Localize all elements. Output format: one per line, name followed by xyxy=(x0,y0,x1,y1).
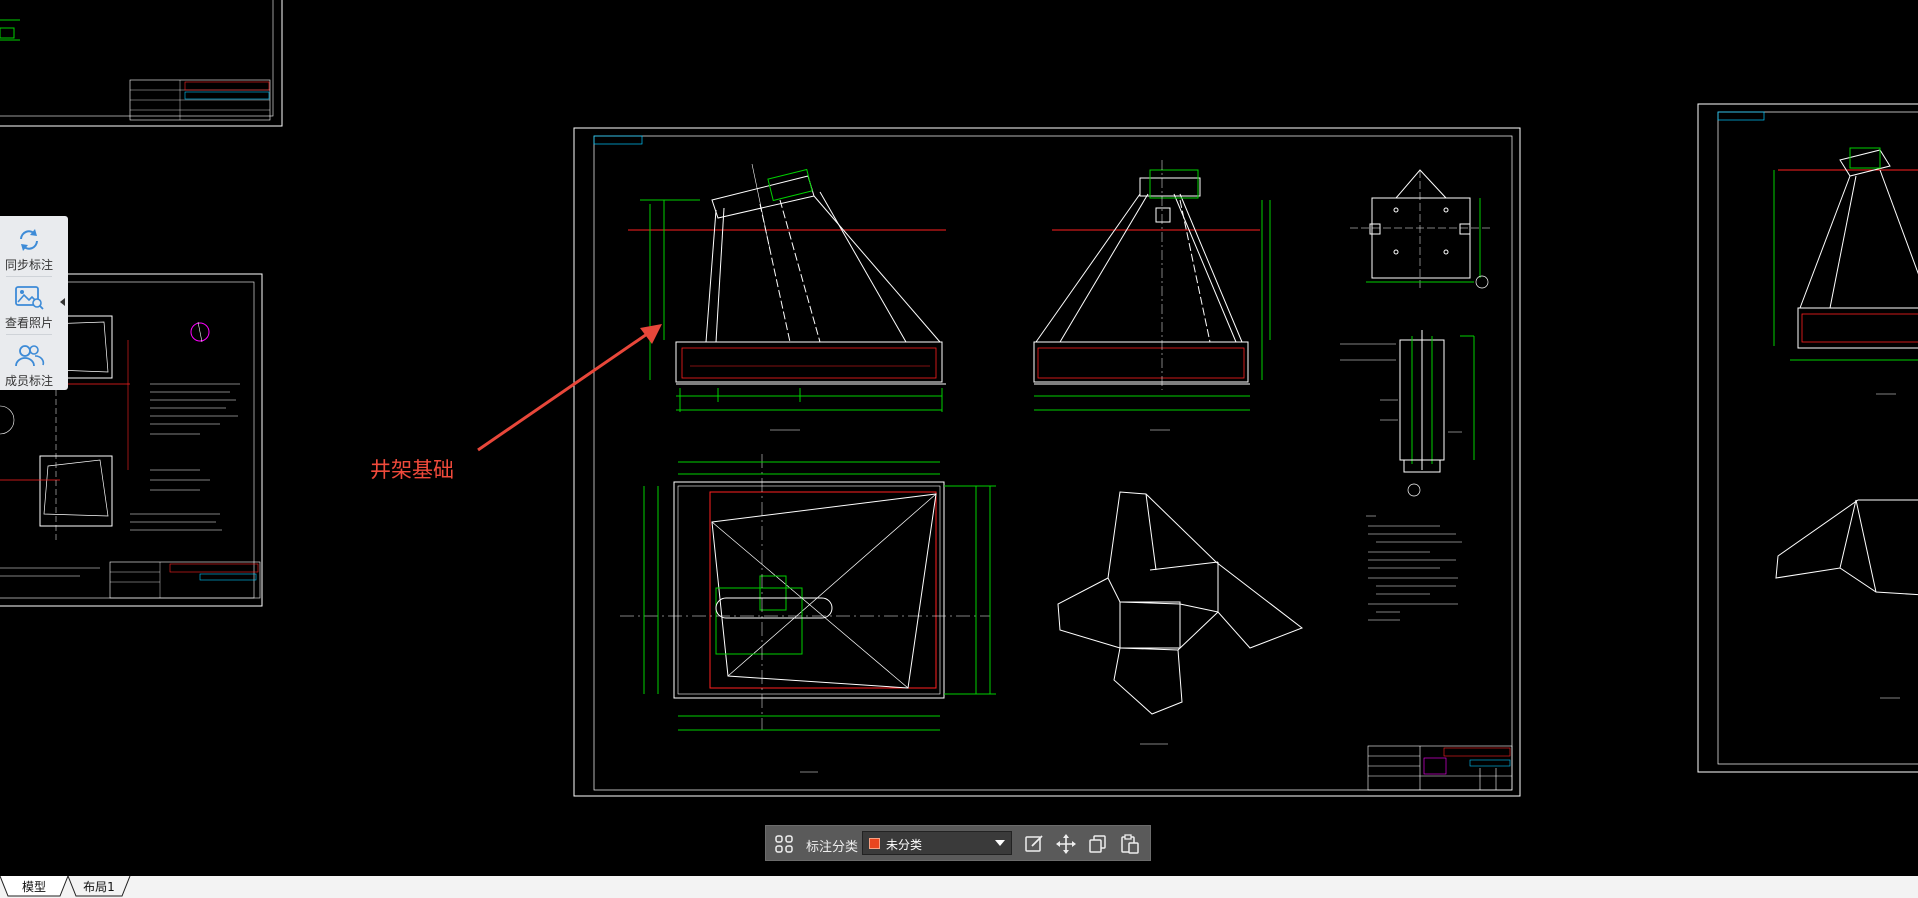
annotation-arrow[interactable] xyxy=(477,324,662,452)
layout-tab-bar: 模型 布局1 xyxy=(0,876,1918,898)
category-color-swatch xyxy=(869,838,880,849)
edit-button[interactable] xyxy=(1022,832,1046,856)
title-block-main xyxy=(1367,745,1513,791)
collapse-left-icon xyxy=(58,298,68,318)
view-photos-label: 查看照片 xyxy=(4,316,53,330)
sheet-main xyxy=(573,127,1521,797)
members-icon xyxy=(0,342,58,370)
sheet-right xyxy=(1697,103,1918,773)
annotation-side-panel: 同步标注 查看照片 成员标注 xyxy=(0,216,68,390)
copy-icon xyxy=(1086,835,1110,860)
anchor-section xyxy=(1340,330,1475,497)
member-annotation-button[interactable]: 成员标注 xyxy=(0,336,58,392)
grid-button[interactable] xyxy=(772,832,796,856)
plate-detail xyxy=(1350,169,1490,290)
annotation-toolbar: 标注分类 未分类 xyxy=(765,825,1151,861)
elevation-view-2 xyxy=(1033,160,1271,431)
photo-icon xyxy=(0,284,58,312)
grid-icon xyxy=(772,835,796,860)
notes-text xyxy=(1366,515,1462,621)
paste-icon xyxy=(1118,834,1142,860)
cad-drawing-canvas[interactable] xyxy=(0,0,1918,876)
copy-button[interactable] xyxy=(1086,832,1110,856)
paste-button[interactable] xyxy=(1118,832,1142,856)
tab-layout1[interactable]: 布局1 xyxy=(68,878,130,896)
category-select[interactable]: 未分类 xyxy=(862,831,1012,855)
elevation-view-1 xyxy=(628,163,946,431)
edit-icon xyxy=(1022,835,1046,860)
collapse-panel-button[interactable] xyxy=(58,290,68,314)
category-select-value: 未分类 xyxy=(886,838,923,852)
view-photos-button[interactable]: 查看照片 xyxy=(0,278,58,334)
tab-model[interactable]: 模型 xyxy=(0,878,68,896)
move-button[interactable] xyxy=(1054,832,1078,856)
sync-annotation-button[interactable]: 同步标注 xyxy=(0,220,58,276)
divider xyxy=(6,334,52,335)
sync-icon xyxy=(0,226,58,254)
divider xyxy=(6,276,52,277)
sync-annotation-label: 同步标注 xyxy=(4,258,53,272)
category-label: 标注分类 xyxy=(806,840,859,855)
annotation-label[interactable]: 井架基础 xyxy=(370,454,454,484)
member-annotation-label: 成员标注 xyxy=(4,374,53,388)
move-icon xyxy=(1054,834,1078,860)
plan-view xyxy=(620,454,996,773)
isometric-view xyxy=(1057,491,1304,745)
chevron-down-icon xyxy=(995,840,1005,846)
sheet-top-left xyxy=(0,0,283,127)
